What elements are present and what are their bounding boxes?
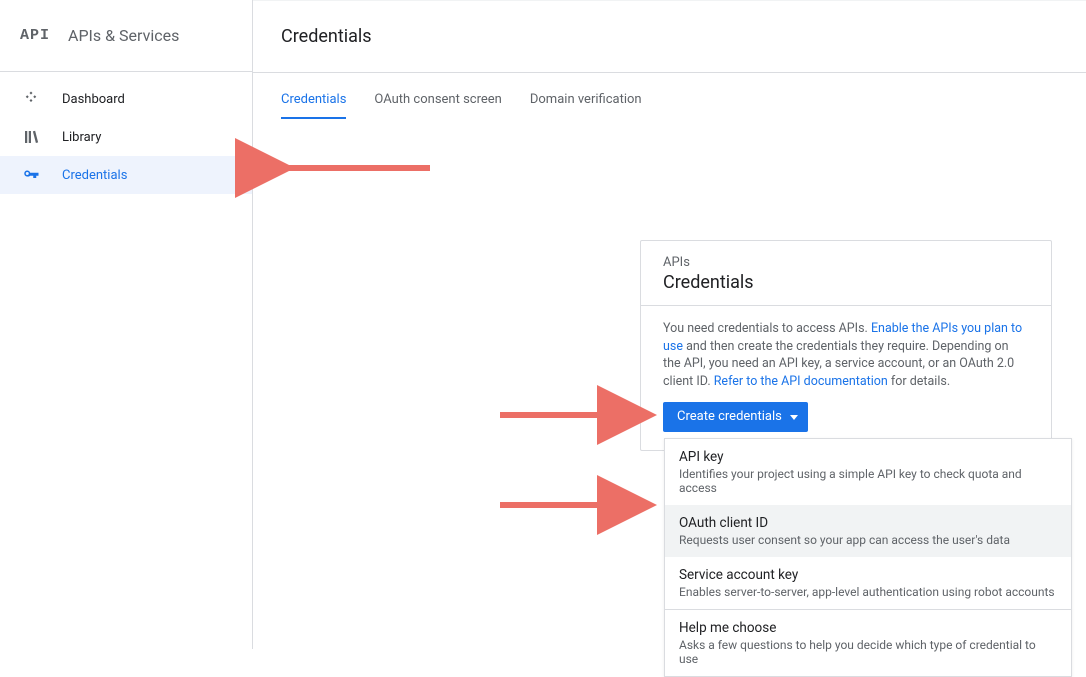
sidebar-item-label: Credentials [62,168,127,183]
credentials-card: APIs Credentials You need credentials to… [640,240,1052,451]
sidebar-item-library[interactable]: Library [0,118,252,156]
card-text-tail: for details. [888,374,950,389]
link-api-docs[interactable]: Refer to the API documentation [714,374,888,389]
sidebar: API APIs & Services Dashboard Library [0,0,253,649]
page-header: Credentials [253,1,1086,73]
sidebar-item-label: Dashboard [62,92,125,107]
dropdown-item-title: Service account key [679,567,1057,583]
dropdown-item-title: Help me choose [679,620,1057,636]
card-title: Credentials [663,272,1029,293]
dropdown-item-sub: Asks a few questions to help you decide … [679,638,1057,666]
sidebar-title: APIs & Services [68,26,179,45]
dropdown-item-service-account-key[interactable]: Service account key Enables server-to-se… [665,557,1071,609]
dashboard-icon [22,90,40,108]
dropdown-item-title: API key [679,449,1057,465]
sidebar-header: API APIs & Services [0,0,252,72]
sidebar-item-label: Library [62,130,101,145]
dropdown-item-api-key[interactable]: API key Identifies your project using a … [665,439,1071,505]
dropdown-item-sub: Requests user consent so your app can ac… [679,533,1057,547]
tabs: Credentials OAuth consent screen Domain … [253,77,1086,119]
sidebar-nav: Dashboard Library Credentials [0,72,252,194]
card-header: APIs Credentials [641,241,1051,306]
card-body: You need credentials to access APIs. Ena… [641,306,1051,450]
card-overline: APIs [663,255,1029,270]
page-title: Credentials [281,26,372,47]
dropdown-item-title: OAuth client ID [679,515,1057,531]
key-icon [22,166,40,184]
card-text-lead: You need credentials to access APIs. [663,321,871,336]
dropdown-item-oauth-client-id[interactable]: OAuth client ID Requests user consent so… [665,505,1071,557]
sidebar-item-dashboard[interactable]: Dashboard [0,80,252,118]
caret-down-icon [790,415,798,420]
api-logo: API [20,27,50,44]
tab-domain-verification[interactable]: Domain verification [530,92,642,119]
dropdown-item-help-me-choose[interactable]: Help me choose Asks a few questions to h… [665,610,1071,676]
create-credentials-button[interactable]: Create credentials [663,402,808,432]
create-credentials-label: Create credentials [677,408,782,426]
dropdown-item-sub: Identifies your project using a simple A… [679,467,1057,495]
sidebar-item-credentials[interactable]: Credentials [0,156,252,194]
create-credentials-dropdown: API key Identifies your project using a … [664,438,1072,677]
dropdown-item-sub: Enables server-to-server, app-level auth… [679,585,1057,599]
tab-credentials[interactable]: Credentials [281,92,346,119]
library-icon [22,128,40,146]
tab-oauth-consent[interactable]: OAuth consent screen [374,92,501,119]
